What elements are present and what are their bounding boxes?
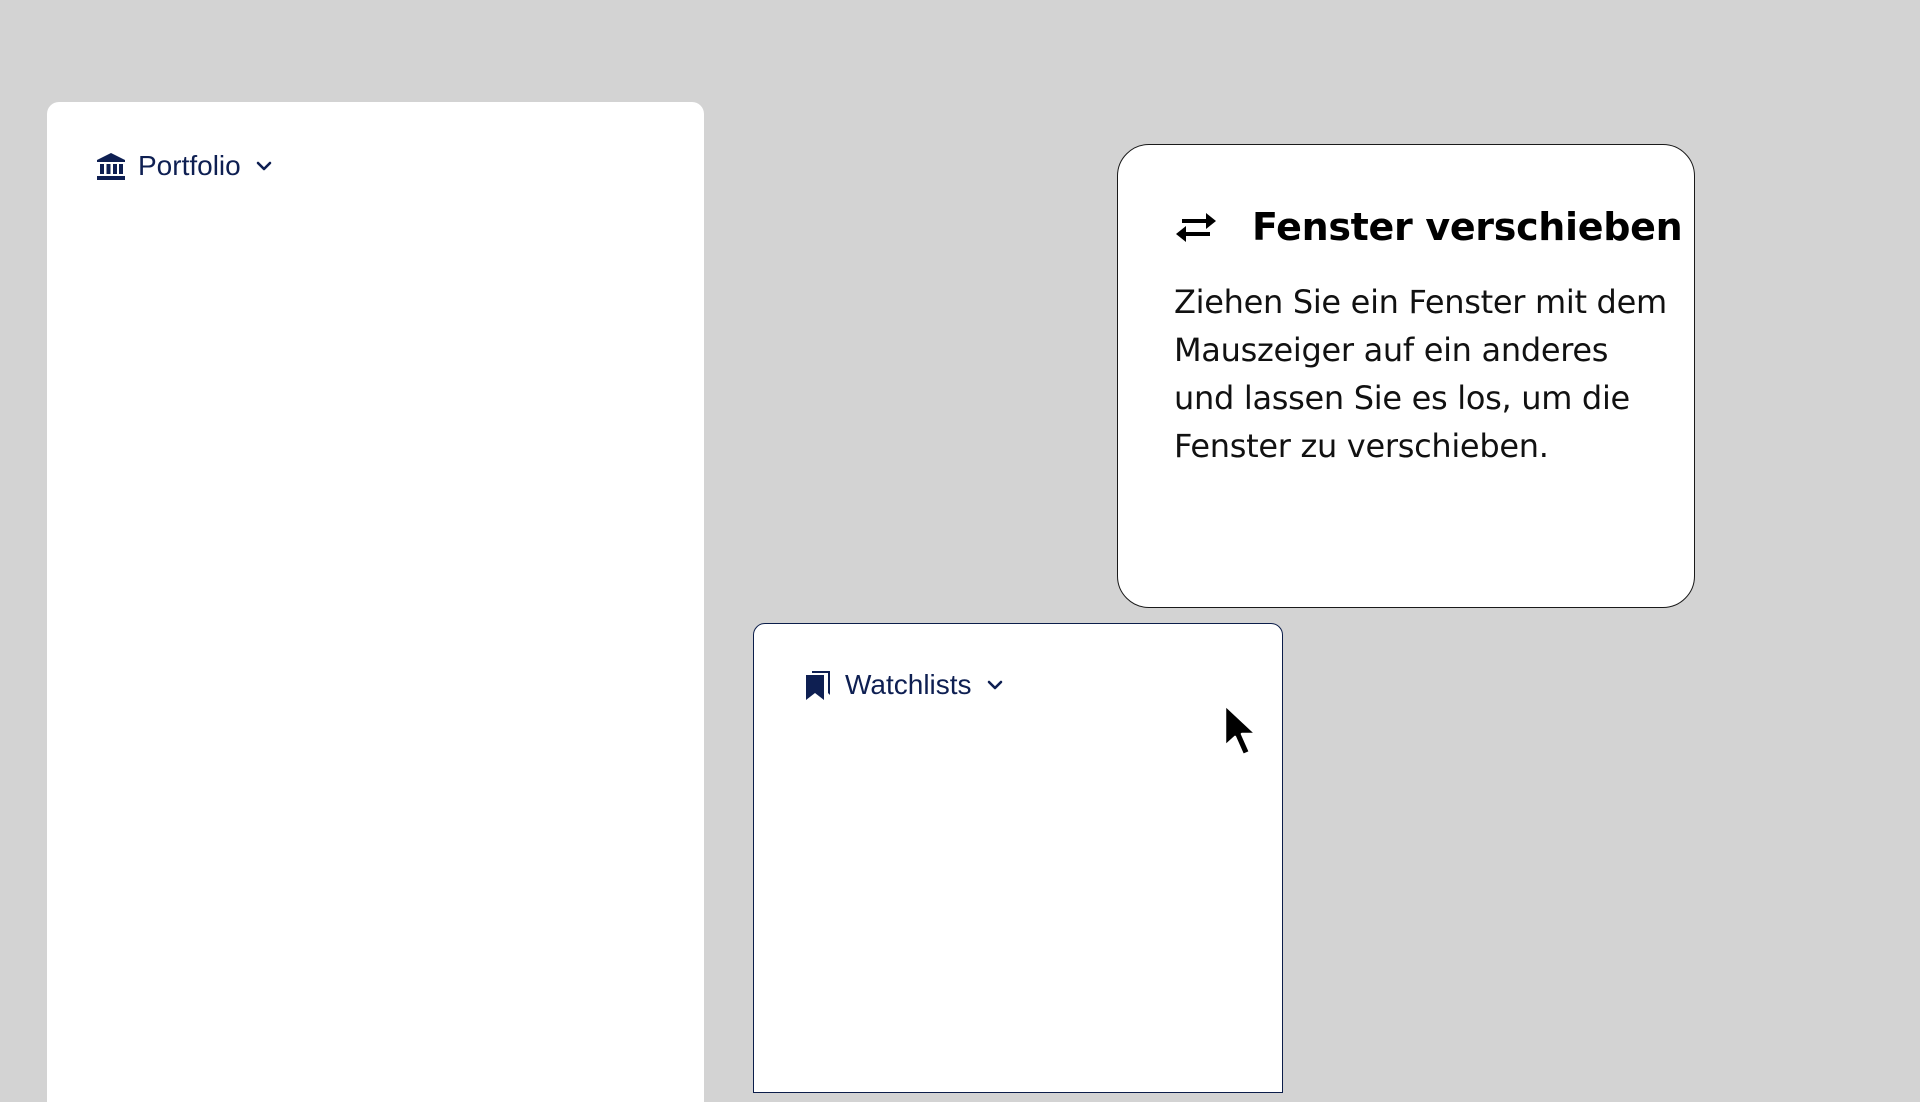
tooltip-body: Ziehen Sie ein Fenster mit dem Mauszeige… <box>1174 283 1667 465</box>
tooltip-header: Fenster verschieben <box>1174 205 1683 249</box>
watchlists-panel[interactable]: Watchlists <box>753 623 1283 1093</box>
watchlists-label: Watchlists <box>845 669 972 700</box>
chevron-down-icon <box>986 676 1004 694</box>
watchlists-dropdown[interactable]: Watchlists <box>803 669 1004 701</box>
mouse-pointer-icon <box>1222 702 1262 760</box>
tooltip-title: Fenster verschieben <box>1252 205 1683 249</box>
swap-arrows-icon <box>1174 207 1218 247</box>
portfolio-panel: Portfolio <box>47 102 704 1102</box>
portfolio-dropdown[interactable]: Portfolio <box>96 150 273 182</box>
move-window-tooltip: Fenster verschieben Ziehen Sie ein Fenst… <box>1117 144 1695 608</box>
bookmarks-icon <box>803 669 833 701</box>
bank-icon <box>96 150 126 182</box>
portfolio-label: Portfolio <box>138 150 241 181</box>
chevron-down-icon <box>255 157 273 175</box>
